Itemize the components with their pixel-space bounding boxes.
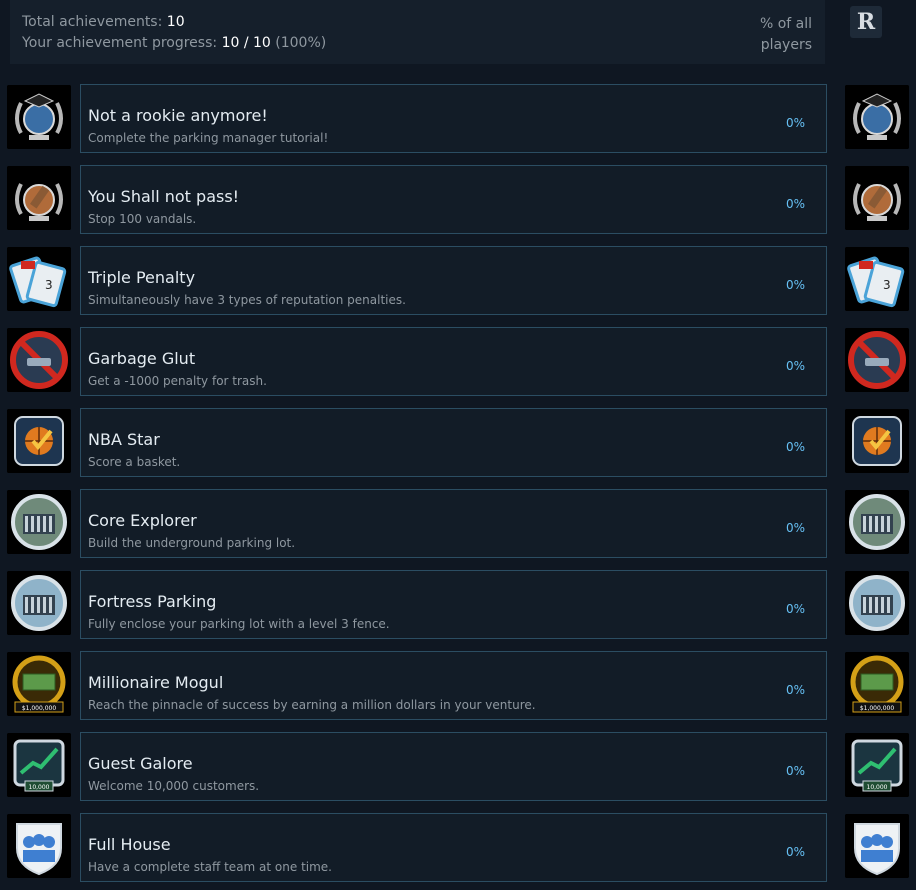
money-stack-medal-icon: $1,000,000 [7,652,71,716]
progress-value: 10 / 10 [221,35,271,51]
total-achievements: Total achievements: 10 [22,14,185,30]
achievement-description: Fully enclose your parking lot with a le… [88,617,390,631]
achievement-title: Triple Penalty [88,268,196,287]
achievement-title: Millionaire Mogul [88,673,224,692]
achievement-row: Core Explorer Build the underground parki… [0,489,916,559]
achievement-card[interactable]: Garbage Glut Get a -1000 penalty for tras… [80,327,827,396]
achievement-description: Complete the parking manager tutorial! [88,131,329,145]
basketball-check-icon [845,409,909,473]
achievement-row: You Shall not pass! Stop 100 vandals. 0% [0,165,916,235]
achievement-percent: 0% [785,683,805,697]
svg-text:$1,000,000: $1,000,000 [860,705,895,712]
money-stack-medal-icon: $1,000,000 [845,652,909,716]
svg-text:3: 3 [45,278,53,292]
achievement-description: Get a -1000 penalty for trash. [88,374,267,388]
achievement-progress: Your achievement progress: 10 / 10 (100%… [22,35,326,51]
avatar-letter: R [856,9,876,35]
percent-header-line1: % of all [759,16,812,32]
achievement-percent: 0% [785,764,805,778]
penalty-tickets-icon: 3 [845,247,909,311]
achievement-title: You Shall not pass! [88,187,240,206]
svg-text:3: 3 [883,278,891,292]
progress-label: Your achievement progress: [22,35,222,51]
achievement-description: Simultaneously have 3 types of reputatio… [88,293,406,307]
svg-text:10,000: 10,000 [867,784,888,791]
staff-team-shield-icon [7,814,71,878]
achievement-percent: 0% [785,278,805,292]
achievement-percent: 0% [785,440,805,454]
achievement-description: Build the underground parking lot. [88,536,296,550]
achievement-row: NBA Star Score a basket. 0% [0,408,916,478]
achievement-title: Guest Galore [88,754,193,773]
penalty-tickets-icon: 3 [7,247,71,311]
achievement-row: 3 3 Triple Penalty Simultaneously have 3 ty… [0,246,916,316]
fence-fortress-icon [7,571,71,635]
achievement-title: NBA Star [88,430,160,449]
achievement-row: Garbage Glut Get a -1000 penalty for tras… [0,327,916,397]
hammer-laurel-icon [845,166,909,230]
achievement-percent: 0% [785,845,805,859]
achievement-card[interactable]: You Shall not pass! Stop 100 vandals. 0% [80,165,827,234]
achievement-percent: 0% [785,521,805,535]
hammer-laurel-icon [7,166,71,230]
total-value: 10 [166,14,185,30]
growth-chart-icon: 10,000 [845,733,909,797]
achievement-description: Have a complete staff team at one time. [88,860,332,874]
achievement-title: Not a rookie anymore! [88,106,268,125]
achievement-row: Not a rookie anymore! Complete the parkin… [0,84,916,154]
achievement-summary: Total achievements: 10 Your achievement … [10,0,825,64]
percent-column-header: % of all players [760,14,812,56]
achievement-card[interactable]: Triple Penalty Simultaneously have 3 type… [80,246,827,315]
percent-header-line2: players [760,37,812,53]
total-label: Total achievements: [22,14,167,30]
achievement-percent: 0% [785,359,805,373]
achievement-title: Core Explorer [88,511,197,530]
achievement-row: Full House Have a complete staff team at … [0,813,916,883]
achievement-description: Reach the pinnacle of success by earning… [88,698,536,712]
underground-garage-icon [845,490,909,554]
achievement-card[interactable]: Millionaire Mogul Reach the pinnacle of s… [80,651,827,720]
achievement-description: Score a basket. [88,455,181,469]
basketball-check-icon [7,409,71,473]
achievement-card[interactable]: NBA Star Score a basket. 0% [80,408,827,477]
growth-chart-icon: 10,000 [7,733,71,797]
achievement-description: Welcome 10,000 customers. [88,779,260,793]
svg-text:10,000: 10,000 [29,784,50,791]
user-avatar[interactable]: R [850,6,882,38]
progress-percent: (100%) [270,35,327,51]
achievement-card[interactable]: Fortress Parking Fully enclose your parki… [80,570,827,639]
no-trash-penalty-icon [845,328,909,392]
fence-fortress-icon [845,571,909,635]
achievement-card[interactable]: Full House Have a complete staff team at … [80,813,827,882]
achievement-percent: 0% [785,602,805,616]
achievement-percent: 0% [785,197,805,211]
achievement-title: Full House [88,835,171,854]
svg-text:$1,000,000: $1,000,000 [22,705,57,712]
underground-garage-icon [7,490,71,554]
achievement-card[interactable]: Core Explorer Build the underground parki… [80,489,827,558]
no-trash-penalty-icon [7,328,71,392]
achievement-row: 10,000 10,000 Guest Galore Welcome 10,000 c… [0,732,916,802]
staff-team-shield-icon [845,814,909,878]
achievement-card[interactable]: Guest Galore Welcome 10,000 customers. 0% [80,732,827,801]
achievement-title: Fortress Parking [88,592,217,611]
achievement-title: Garbage Glut [88,349,196,368]
achievement-card[interactable]: Not a rookie anymore! Complete the parkin… [80,84,827,153]
graduation-cap-laurel-icon [7,85,71,149]
graduation-cap-laurel-icon [845,85,909,149]
achievement-percent: 0% [785,116,805,130]
achievement-row: $1,000,000 $1,000,000 Millionaire Mogul Rea… [0,651,916,721]
achievement-row: Fortress Parking Fully enclose your parki… [0,570,916,640]
achievement-description: Stop 100 vandals. [88,212,197,226]
